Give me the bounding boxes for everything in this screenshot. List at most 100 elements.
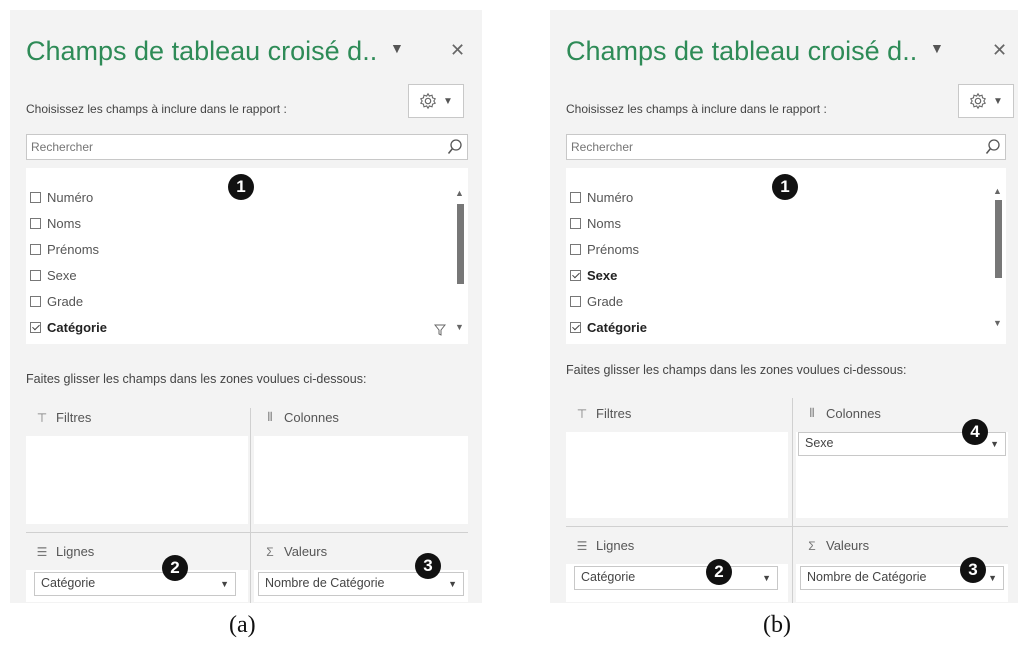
divider bbox=[26, 532, 468, 533]
settings-button[interactable]: ▼ bbox=[958, 84, 1014, 118]
filter-icon: ⊤ bbox=[36, 410, 48, 425]
search-field[interactable] bbox=[26, 134, 468, 160]
field-checkbox[interactable] bbox=[570, 322, 581, 333]
drag-instruction: Faites glisser les champs dans les zones… bbox=[26, 372, 367, 386]
sigma-icon: Σ bbox=[808, 538, 816, 553]
divider bbox=[566, 526, 1008, 527]
area-label: Colonnes bbox=[284, 410, 339, 425]
field-checkbox[interactable] bbox=[30, 296, 41, 307]
scroll-thumb[interactable] bbox=[995, 200, 1002, 278]
field-checkbox[interactable] bbox=[30, 322, 41, 333]
area-label: Lignes bbox=[596, 538, 635, 553]
field-checkbox[interactable] bbox=[570, 296, 581, 307]
title-dropdown-icon[interactable]: ▼ bbox=[390, 40, 404, 56]
fields-prompt: Choisissez les champs à inclure dans le … bbox=[26, 102, 287, 116]
search-input[interactable] bbox=[567, 135, 961, 159]
columns-area[interactable]: ⦀ Colonnes bbox=[254, 402, 468, 528]
settings-button[interactable]: ▼ bbox=[408, 84, 464, 118]
filters-area[interactable]: ⊤ Filtres bbox=[566, 398, 788, 522]
field-item-numero[interactable]: Numéro bbox=[570, 190, 633, 205]
scroll-up-icon[interactable]: ▲ bbox=[455, 188, 464, 198]
chip-label: Catégorie bbox=[41, 576, 96, 590]
callout-badge: 3 bbox=[415, 553, 441, 579]
callout-badge: 2 bbox=[706, 559, 732, 585]
rows-icon: ☰ bbox=[576, 538, 588, 553]
close-icon[interactable]: ✕ bbox=[450, 40, 465, 61]
pivot-field-list-panel-a: Champs de tableau croisé d.. ▼ ✕ Choisis… bbox=[10, 10, 482, 603]
divider bbox=[792, 398, 793, 603]
field-item-prenoms[interactable]: Prénoms bbox=[30, 242, 99, 257]
drop-zone[interactable] bbox=[26, 436, 248, 524]
chevron-down-icon: ▼ bbox=[993, 95, 1003, 107]
close-icon[interactable]: ✕ bbox=[992, 40, 1007, 61]
field-label: Numéro bbox=[587, 190, 634, 205]
field-item-grade[interactable]: Grade bbox=[570, 294, 623, 309]
area-label: Filtres bbox=[56, 410, 92, 425]
settings-gear-icon bbox=[970, 92, 987, 110]
chevron-down-icon[interactable]: ▼ bbox=[990, 439, 999, 449]
columns-area[interactable]: ⦀ Colonnes Sexe ▼ bbox=[796, 398, 1008, 522]
scroll-up-icon[interactable]: ▲ bbox=[993, 186, 1002, 196]
field-item-sexe[interactable]: Sexe bbox=[570, 268, 617, 283]
scroll-down-icon[interactable]: ▼ bbox=[455, 322, 464, 332]
area-label: Filtres bbox=[596, 406, 632, 421]
scroll-thumb[interactable] bbox=[457, 204, 464, 284]
rows-field-chip[interactable]: Catégorie ▼ bbox=[574, 566, 778, 590]
rows-area[interactable]: ☰ Lignes Catégorie ▼ bbox=[26, 536, 248, 602]
area-label: Colonnes bbox=[826, 406, 881, 421]
field-list-scrollbar[interactable]: ▲ ▼ bbox=[454, 168, 466, 344]
field-checkbox[interactable] bbox=[570, 218, 581, 229]
scroll-down-icon[interactable]: ▼ bbox=[993, 318, 1002, 328]
columns-icon: ⦀ bbox=[267, 410, 273, 424]
field-label: Prénoms bbox=[587, 242, 640, 257]
filters-area[interactable]: ⊤ Filtres bbox=[26, 402, 248, 528]
chevron-down-icon[interactable]: ▼ bbox=[988, 573, 997, 583]
search-icon[interactable] bbox=[985, 138, 1001, 156]
field-item-grade[interactable]: Grade bbox=[30, 294, 83, 309]
search-icon[interactable] bbox=[447, 138, 463, 156]
drop-zone[interactable] bbox=[254, 436, 468, 524]
pivot-field-list-panel-b: Champs de tableau croisé d.. ▼ ✕ Choisis… bbox=[550, 10, 1018, 603]
field-checkbox[interactable] bbox=[570, 244, 581, 255]
rows-field-chip[interactable]: Catégorie ▼ bbox=[34, 572, 236, 596]
field-item-sexe[interactable]: Sexe bbox=[30, 268, 77, 283]
callout-badge: 1 bbox=[772, 174, 798, 200]
chevron-down-icon: ▼ bbox=[443, 95, 453, 107]
field-item-numero[interactable]: Numéro bbox=[30, 190, 93, 205]
callout-badge: 1 bbox=[228, 174, 254, 200]
chevron-down-icon[interactable]: ▼ bbox=[762, 573, 771, 583]
field-checkbox[interactable] bbox=[570, 270, 581, 281]
field-item-noms[interactable]: Noms bbox=[570, 216, 621, 231]
field-item-categorie[interactable]: Catégorie bbox=[570, 320, 647, 335]
filter-icon[interactable] bbox=[434, 324, 446, 336]
chip-label: Catégorie bbox=[581, 570, 636, 584]
field-checkbox[interactable] bbox=[30, 218, 41, 229]
field-checkbox[interactable] bbox=[30, 244, 41, 255]
field-label: Grade bbox=[587, 294, 624, 309]
field-checkbox[interactable] bbox=[30, 270, 41, 281]
chevron-down-icon[interactable]: ▼ bbox=[448, 579, 457, 589]
field-checkbox[interactable] bbox=[30, 192, 41, 203]
panel-title: Champs de tableau croisé d.. bbox=[566, 36, 918, 66]
field-checkbox[interactable] bbox=[570, 192, 581, 203]
drop-zone[interactable] bbox=[566, 432, 788, 518]
rows-area[interactable]: ☰ Lignes Catégorie ▼ bbox=[566, 530, 788, 602]
fields-prompt: Choisissez les champs à inclure dans le … bbox=[566, 102, 827, 116]
chevron-down-icon[interactable]: ▼ bbox=[220, 579, 229, 589]
callout-badge: 4 bbox=[962, 419, 988, 445]
search-field[interactable] bbox=[566, 134, 1006, 160]
field-label: Noms bbox=[47, 216, 81, 231]
field-list-scrollbar[interactable]: ▲ ▼ bbox=[992, 168, 1004, 344]
field-item-noms[interactable]: Noms bbox=[30, 216, 81, 231]
field-label: Sexe bbox=[587, 268, 618, 283]
field-label: Prénoms bbox=[47, 242, 100, 257]
title-dropdown-icon[interactable]: ▼ bbox=[930, 40, 944, 56]
search-input[interactable] bbox=[27, 135, 423, 159]
field-label: Noms bbox=[587, 216, 621, 231]
field-item-prenoms[interactable]: Prénoms bbox=[570, 242, 639, 257]
area-label: Lignes bbox=[56, 544, 95, 559]
rows-icon: ☰ bbox=[36, 544, 48, 559]
field-label: Sexe bbox=[47, 268, 77, 283]
chip-label: Nombre de Catégorie bbox=[265, 576, 385, 590]
field-item-categorie[interactable]: Catégorie bbox=[30, 320, 107, 335]
